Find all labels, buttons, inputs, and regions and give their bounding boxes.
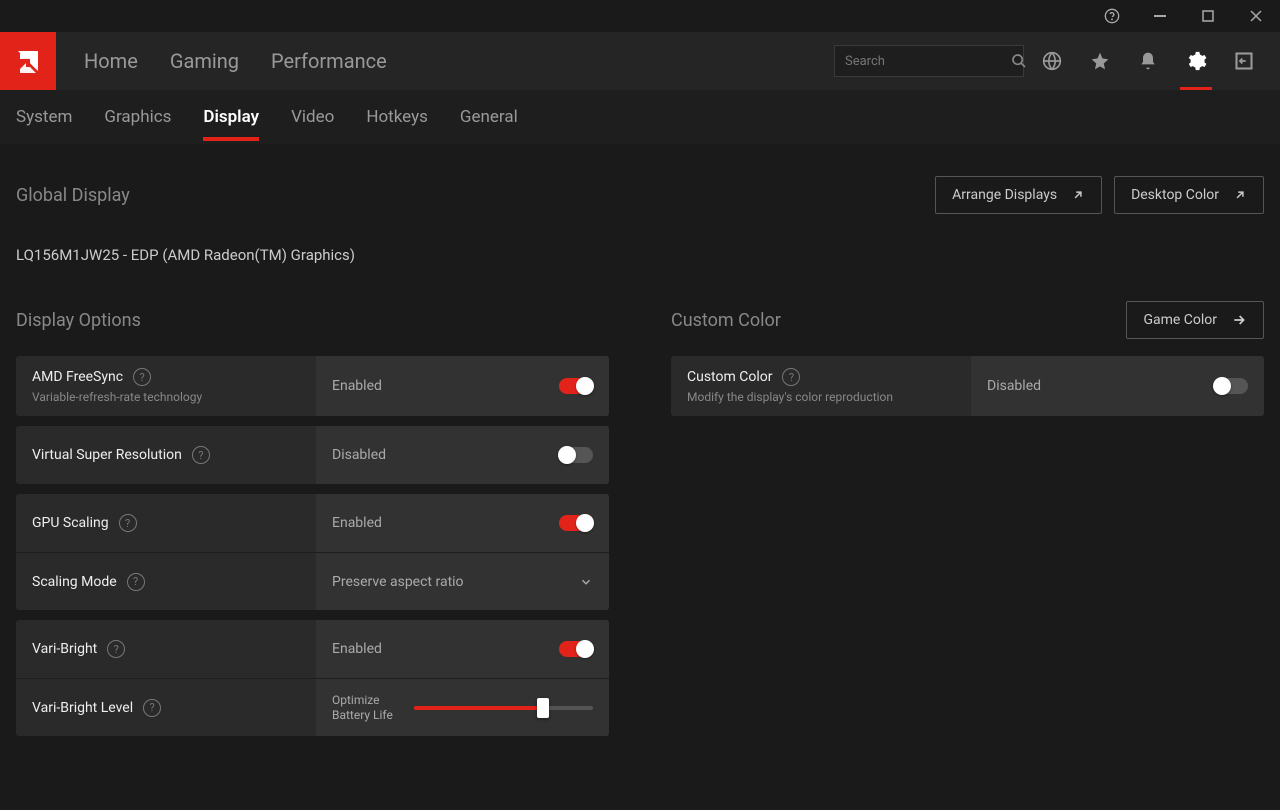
vari-bright-status: Enabled [332,641,382,657]
gpu-scaling-toggle[interactable] [559,515,593,531]
scaling-mode-dropdown[interactable]: Preserve aspect ratio [316,553,609,610]
vsr-row: Virtual Super Resolution ? Disabled [16,426,609,484]
freesync-toggle[interactable] [559,378,593,394]
header-right [834,32,1280,90]
help-icon[interactable]: ? [107,640,125,658]
freesync-label: AMD FreeSync [32,369,123,385]
settings-gear-icon[interactable] [1176,41,1216,81]
arrange-displays-label: Arrange Displays [952,187,1057,203]
vari-bright-level-row: Vari-Bright Level ? Optimize Battery Lif… [16,678,609,736]
exit-icon[interactable] [1224,41,1264,81]
scaling-mode-label: Scaling Mode [32,574,117,590]
help-icon[interactable]: ? [192,446,210,464]
amd-logo[interactable] [0,32,56,90]
vari-bright-row: Vari-Bright ? Enabled [16,620,609,678]
help-icon[interactable]: ? [782,368,800,386]
close-button[interactable] [1240,0,1272,32]
tab-hotkeys[interactable]: Hotkeys [366,93,428,141]
vsr-label: Virtual Super Resolution [32,447,182,463]
vari-bright-level-label: Vari-Bright Level [32,700,133,716]
vari-bright-label: Vari-Bright [32,641,97,657]
custom-color-column: Custom Color Game Color Custom Color ? M… [671,276,1264,426]
custom-color-label: Custom Color [687,369,772,385]
arrange-displays-button[interactable]: Arrange Displays [935,176,1102,214]
chevron-down-icon [579,575,593,589]
arrow-right-icon [1231,312,1247,328]
help-icon[interactable]: ? [119,514,137,532]
game-color-label: Game Color [1143,312,1217,328]
tab-graphics[interactable]: Graphics [104,93,171,141]
freesync-desc: Variable-refresh-rate technology [32,390,300,404]
header: Home Gaming Performance [0,32,1280,90]
vari-bright-toggle[interactable] [559,641,593,657]
search-input[interactable] [845,54,1011,69]
external-link-icon [1233,188,1247,202]
help-icon[interactable]: ? [127,573,145,591]
help-icon[interactable]: ? [143,699,161,717]
custom-color-row: Custom Color ? Modify the display's colo… [671,356,1264,416]
custom-color-status: Disabled [987,378,1041,394]
tab-display[interactable]: Display [203,93,259,141]
desktop-color-label: Desktop Color [1131,187,1219,203]
tab-general[interactable]: General [460,93,518,141]
vari-bright-slider[interactable] [414,706,593,710]
display-device-name: LQ156M1JW25 - EDP (AMD Radeon(TM) Graphi… [16,246,1264,264]
nav-home[interactable]: Home [84,49,138,73]
nav-performance[interactable]: Performance [271,49,387,73]
custom-color-toggle[interactable] [1214,378,1248,394]
desktop-color-button[interactable]: Desktop Color [1114,176,1264,214]
scaling-mode-value: Preserve aspect ratio [332,574,567,590]
gpu-scaling-row: GPU Scaling ? Enabled [16,494,609,552]
global-display-title: Global Display [16,185,130,206]
help-icon[interactable] [1096,0,1128,32]
freesync-status: Enabled [332,378,382,394]
titlebar [0,0,1280,32]
sub-nav: System Graphics Display Video Hotkeys Ge… [0,90,1280,144]
help-icon[interactable]: ? [133,368,151,386]
gpu-scaling-status: Enabled [332,515,382,531]
display-options-column: Display Options AMD FreeSync ? Variable-… [16,276,609,746]
vsr-toggle[interactable] [559,447,593,463]
gpu-scaling-label: GPU Scaling [32,515,109,531]
web-icon[interactable] [1032,41,1072,81]
bell-icon[interactable] [1128,41,1168,81]
vari-bright-slider-label: Optimize Battery Life [332,693,402,722]
custom-color-title: Custom Color [671,310,781,331]
nav-gaming[interactable]: Gaming [170,49,239,73]
minimize-button[interactable] [1144,0,1176,32]
game-color-button[interactable]: Game Color [1126,301,1264,339]
main-nav: Home Gaming Performance [56,32,834,90]
scaling-mode-row: Scaling Mode ? Preserve aspect ratio [16,552,609,610]
star-icon[interactable] [1080,41,1120,81]
display-options-title: Display Options [16,310,141,331]
tab-system[interactable]: System [16,93,72,141]
vsr-status: Disabled [332,447,386,463]
maximize-button[interactable] [1192,0,1224,32]
freesync-row: AMD FreeSync ? Variable-refresh-rate tec… [16,356,609,416]
custom-color-desc: Modify the display's color reproduction [687,390,955,404]
external-link-icon [1071,188,1085,202]
content: Global Display Arrange Displays Desktop … [0,144,1280,810]
search-box[interactable] [834,45,1024,77]
search-icon[interactable] [1011,53,1027,69]
tab-video[interactable]: Video [291,93,334,141]
